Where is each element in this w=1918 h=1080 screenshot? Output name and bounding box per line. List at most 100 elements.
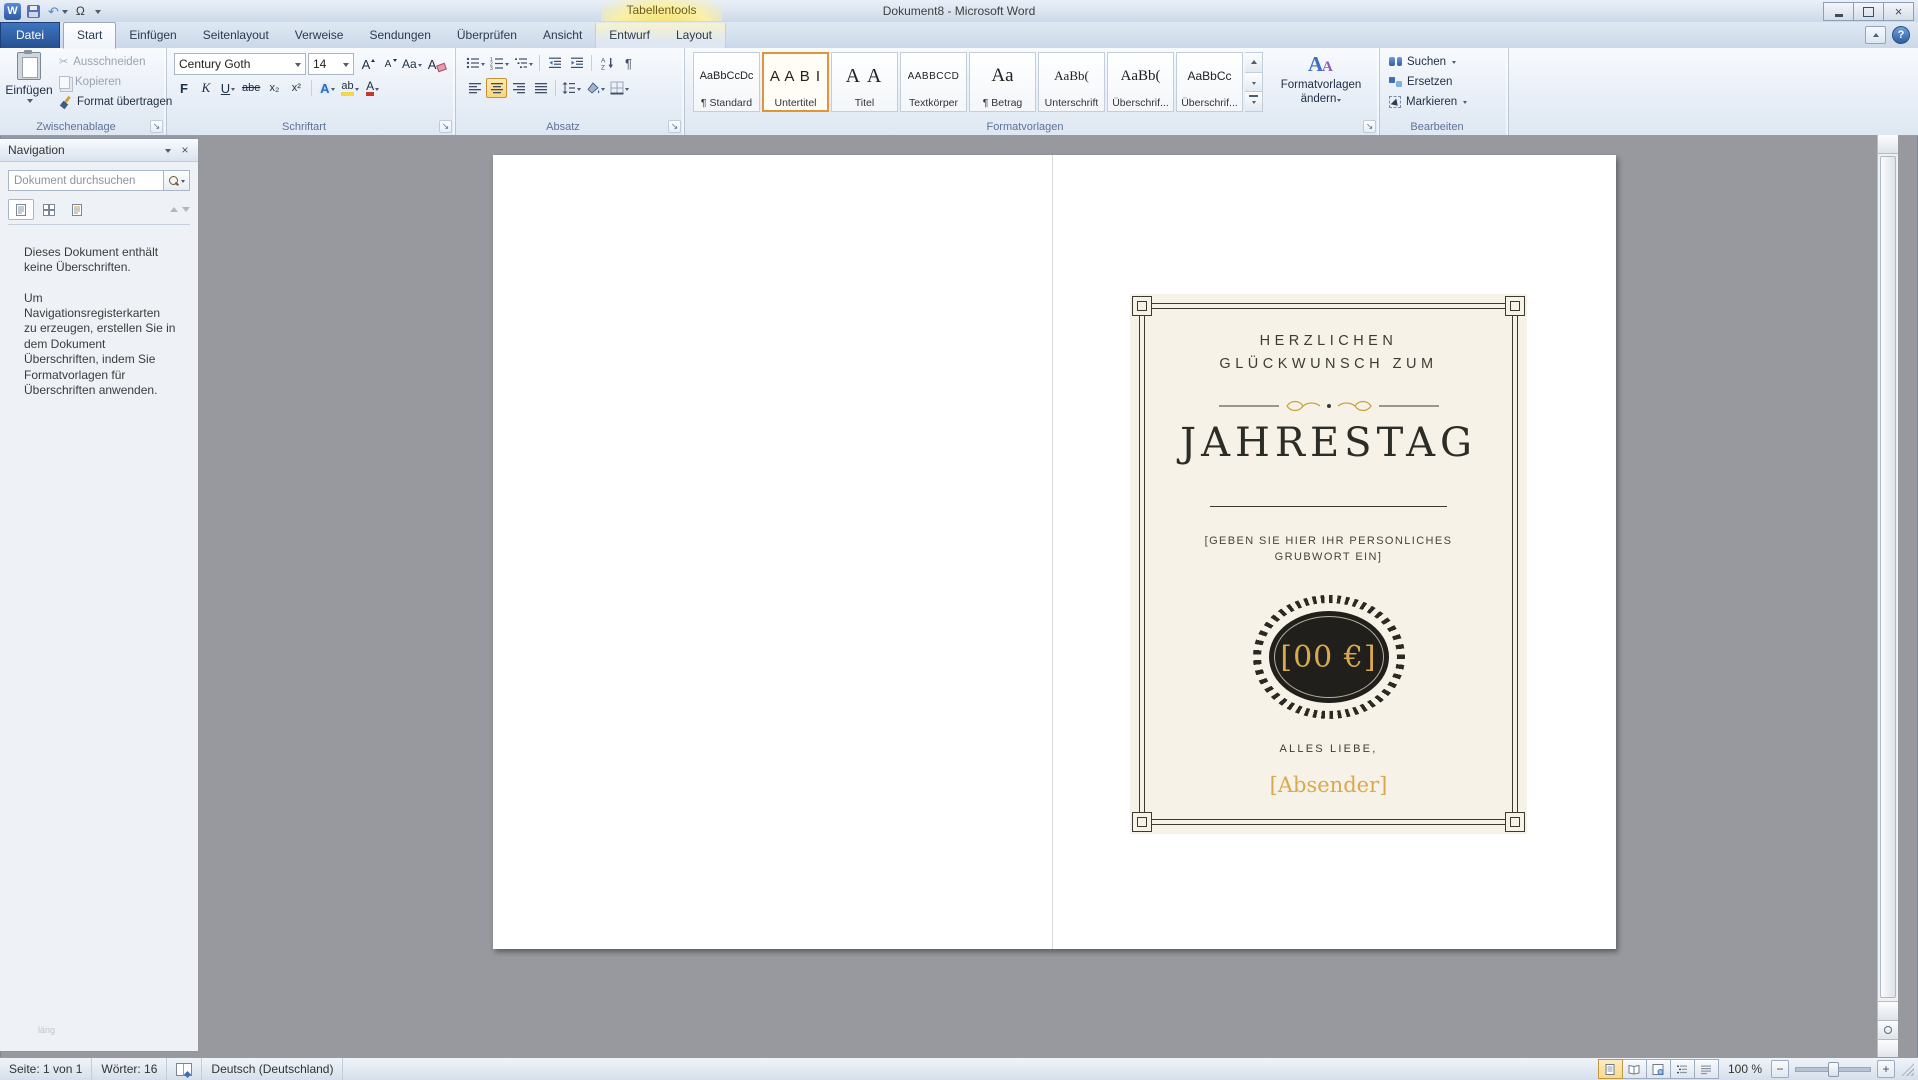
tab-sendungen[interactable]: Sendungen bbox=[356, 23, 443, 48]
underline-button[interactable]: U bbox=[218, 78, 238, 98]
styles-scroll-down-button[interactable] bbox=[1245, 72, 1262, 93]
show-paragraph-marks-button[interactable]: ¶ bbox=[618, 53, 639, 73]
dialog-launcher-icon[interactable]: ↘ bbox=[150, 120, 163, 133]
word-count-indicator[interactable]: Wörter: 16 bbox=[92, 1058, 168, 1080]
select-button[interactable]: Markieren bbox=[1386, 92, 1470, 111]
next-result-icon[interactable] bbox=[182, 207, 190, 216]
undo-button[interactable]: ↶ bbox=[46, 4, 70, 19]
highlight-color-button[interactable]: ab bbox=[339, 78, 360, 98]
scroll-up-button[interactable] bbox=[1878, 135, 1898, 154]
multilevel-list-button[interactable] bbox=[512, 53, 535, 73]
styles-scroll-up-button[interactable] bbox=[1245, 53, 1262, 73]
paste-button[interactable]: Einfügen bbox=[5, 50, 53, 115]
tab-start[interactable]: Start bbox=[63, 22, 117, 49]
style-titel[interactable]: A A Titel bbox=[831, 52, 898, 112]
align-right-button[interactable] bbox=[508, 78, 529, 98]
styles-more-button[interactable] bbox=[1245, 92, 1262, 112]
text-effects-button[interactable]: A bbox=[317, 78, 337, 98]
style-ueberschrift-1[interactable]: AaBb(Überschrif... bbox=[1107, 52, 1174, 112]
greeting-placeholder[interactable]: [GEBEN SIE HIER IHR PERSONLICHES GRUBWORT… bbox=[1205, 533, 1453, 565]
minimize-button[interactable] bbox=[1823, 2, 1854, 21]
style-unterschrift[interactable]: AaBb(Unterschrift bbox=[1038, 52, 1105, 112]
outline-view-button[interactable] bbox=[1669, 1059, 1695, 1079]
language-indicator[interactable]: Deutsch (Deutschland) bbox=[202, 1058, 344, 1080]
tab-ueberpruefen[interactable]: Überprüfen bbox=[444, 23, 530, 48]
grow-font-button[interactable]: A bbox=[356, 54, 376, 74]
tab-entwurf[interactable]: Entwurf bbox=[596, 23, 663, 48]
tab-seitenlayout[interactable]: Seitenlayout bbox=[190, 23, 282, 48]
clear-formatting-button[interactable]: A bbox=[426, 54, 449, 74]
dialog-launcher-icon[interactable]: ↘ bbox=[439, 120, 452, 133]
strikethrough-button[interactable]: abe bbox=[240, 78, 262, 98]
style-untertitel[interactable]: A A B I Untertitel bbox=[762, 52, 829, 112]
document-page[interactable]: HERZLICHEN GLÜCKWUNSCH ZUM JAHRESTAG [GE… bbox=[493, 155, 1616, 949]
style-betrag[interactable]: Aa ¶ Betrag bbox=[969, 52, 1036, 112]
navigation-pane-close-button[interactable]: × bbox=[176, 142, 194, 159]
change-case-button[interactable]: Aa bbox=[400, 54, 424, 74]
sender-placeholder[interactable]: [Absender] bbox=[1270, 773, 1388, 797]
page-count-indicator[interactable]: Seite: 1 von 1 bbox=[0, 1058, 93, 1080]
justify-button[interactable] bbox=[530, 78, 551, 98]
increase-indent-button[interactable] bbox=[566, 53, 587, 73]
tab-datei[interactable]: Datei bbox=[0, 22, 61, 48]
tab-einfuegen[interactable]: Einfügen bbox=[116, 23, 189, 48]
shrink-font-button[interactable]: A bbox=[378, 54, 398, 74]
bullets-button[interactable] bbox=[464, 53, 487, 73]
zoom-level-button[interactable]: 100 % bbox=[1719, 1062, 1771, 1076]
sort-button[interactable]: AZ bbox=[596, 53, 617, 73]
align-center-button[interactable] bbox=[486, 78, 507, 98]
align-left-button[interactable] bbox=[464, 78, 485, 98]
zoom-slider-thumb[interactable] bbox=[1828, 1062, 1839, 1077]
word-logo-icon[interactable]: W bbox=[4, 2, 21, 20]
tab-ansicht[interactable]: Ansicht bbox=[530, 23, 595, 48]
find-button[interactable]: Suchen bbox=[1386, 52, 1470, 71]
style-textkoerper[interactable]: AABBCCD Textkörper bbox=[900, 52, 967, 112]
dialog-launcher-icon[interactable]: ↘ bbox=[1363, 120, 1376, 133]
font-color-button[interactable]: A bbox=[363, 78, 383, 98]
navigation-pane-menu-button[interactable] bbox=[158, 142, 176, 159]
vertical-scrollbar[interactable] bbox=[1877, 135, 1898, 1058]
decrease-indent-button[interactable] bbox=[544, 53, 565, 73]
cut-button[interactable]: ✂ Ausschneiden bbox=[56, 53, 148, 71]
browse-pages-tab[interactable] bbox=[36, 199, 62, 220]
next-page-button[interactable] bbox=[1878, 1039, 1898, 1058]
font-family-select[interactable]: Century Goth bbox=[174, 53, 306, 75]
proofing-status-button[interactable] bbox=[167, 1058, 203, 1080]
italic-button[interactable]: K bbox=[196, 78, 216, 98]
previous-result-icon[interactable] bbox=[170, 203, 178, 212]
tab-layout[interactable]: Layout bbox=[663, 23, 725, 48]
qat-customize-button[interactable] bbox=[91, 7, 103, 16]
draft-view-button[interactable] bbox=[1693, 1059, 1719, 1079]
amount-placeholder[interactable]: [00 €] bbox=[1280, 640, 1376, 675]
fullscreen-reading-view-button[interactable] bbox=[1621, 1059, 1647, 1079]
help-button[interactable]: ? bbox=[1892, 26, 1910, 44]
font-size-select[interactable]: 14 bbox=[308, 53, 354, 75]
browse-results-tab[interactable] bbox=[64, 199, 90, 220]
change-styles-button[interactable]: AA Formatvorlagen ändern bbox=[1273, 52, 1369, 114]
document-search-input[interactable] bbox=[8, 170, 163, 191]
copy-button[interactable]: Kopieren bbox=[56, 73, 124, 91]
amount-seal[interactable]: [00 €] bbox=[1252, 595, 1405, 719]
zoom-out-button[interactable]: − bbox=[1771, 1060, 1789, 1078]
web-layout-view-button[interactable] bbox=[1645, 1059, 1671, 1079]
numbering-button[interactable]: 123 bbox=[488, 53, 511, 73]
browse-headings-tab[interactable] bbox=[8, 199, 34, 220]
replace-button[interactable]: Ersetzen bbox=[1386, 72, 1470, 91]
borders-button[interactable] bbox=[608, 78, 631, 98]
bold-button[interactable]: F bbox=[174, 78, 194, 98]
maximize-button[interactable] bbox=[1853, 2, 1884, 21]
tab-verweise[interactable]: Verweise bbox=[282, 23, 357, 48]
zoom-in-button[interactable]: + bbox=[1877, 1060, 1895, 1078]
previous-page-button[interactable] bbox=[1878, 1001, 1898, 1020]
shading-button[interactable] bbox=[584, 78, 607, 98]
superscript-button[interactable]: x² bbox=[286, 78, 306, 98]
line-spacing-button[interactable] bbox=[560, 78, 583, 98]
select-browse-object-button[interactable] bbox=[1878, 1020, 1898, 1039]
search-button[interactable] bbox=[163, 170, 190, 191]
insert-symbol-button[interactable]: Ω bbox=[74, 4, 87, 18]
style-ueberschrift-2[interactable]: AaBbCc Überschrif... bbox=[1176, 52, 1243, 112]
style-standard[interactable]: AaBbCcDc ¶ Standard bbox=[693, 52, 760, 112]
minimize-ribbon-button[interactable] bbox=[1865, 26, 1886, 44]
print-layout-view-button[interactable] bbox=[1597, 1059, 1623, 1079]
zoom-slider[interactable] bbox=[1795, 1061, 1871, 1077]
